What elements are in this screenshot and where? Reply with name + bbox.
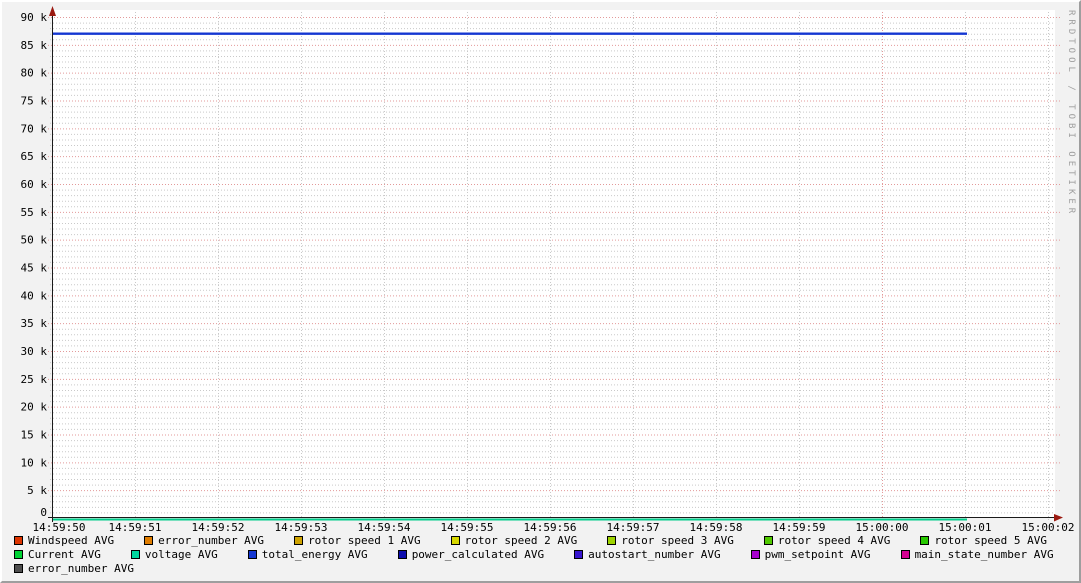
y-tick-label: 60 k xyxy=(21,178,48,191)
legend-swatch-icon xyxy=(920,536,929,545)
rrdtool-graph: 0 5 k 10 k 15 k 20 k 25 k 30 k 35 k 40 k 45 k 50 k… xyxy=(0,0,1081,583)
legend-swatch-icon xyxy=(901,550,910,559)
y-tick-label: 85 k xyxy=(21,39,48,52)
legend-swatch-icon xyxy=(574,550,583,559)
legend-label: rotor speed 5 AVG xyxy=(934,534,1047,547)
legend-item: error_number AVG xyxy=(144,534,264,547)
legend-label: Windspeed AVG xyxy=(28,534,114,547)
legend-swatch-icon xyxy=(144,536,153,545)
legend-swatch-icon xyxy=(294,536,303,545)
y-tick-label: 30 k xyxy=(21,345,48,358)
legend-label: rotor speed 3 AVG xyxy=(621,534,734,547)
chart-legend: Windspeed AVG error_number AVG rotor speed… xyxy=(14,533,1054,575)
legend-swatch-icon xyxy=(14,536,23,545)
legend-swatch-icon xyxy=(14,550,23,559)
legend-swatch-icon xyxy=(398,550,407,559)
legend-item: rotor speed 1 AVG xyxy=(294,534,421,547)
legend-item: voltage AVG xyxy=(131,548,218,561)
y-tick-label: 25 k xyxy=(21,373,48,386)
legend-label: rotor speed 4 AVG xyxy=(778,534,891,547)
y-tick-label: 50 k xyxy=(21,234,48,247)
legend-item: power_calculated AVG xyxy=(398,548,544,561)
legend-item: pwm_setpoint AVG xyxy=(751,548,871,561)
rrdtool-watermark: RRDTOOL / TOBI OETIKER xyxy=(1066,10,1076,217)
legend-label: main_state_number AVG xyxy=(915,548,1054,561)
legend-item: Windspeed AVG xyxy=(14,534,114,547)
y-tick-label: 15 k xyxy=(21,429,48,442)
y-tick-label: 20 k xyxy=(21,401,48,414)
y-tick-label: 0 xyxy=(40,506,47,519)
y-tick-label: 75 k xyxy=(21,95,48,108)
legend-item: main_state_number AVG xyxy=(901,548,1054,561)
legend-label: autostart_number AVG xyxy=(588,548,720,561)
legend-row: Windspeed AVG error_number AVG rotor speed… xyxy=(14,533,1054,547)
legend-item: total_energy AVG xyxy=(248,548,368,561)
legend-label: rotor speed 1 AVG xyxy=(308,534,421,547)
y-tick-label: 35 k xyxy=(21,317,48,330)
legend-item: Current AVG xyxy=(14,548,101,561)
legend-swatch-icon xyxy=(751,550,760,559)
legend-label: pwm_setpoint AVG xyxy=(765,548,871,561)
legend-item: rotor speed 4 AVG xyxy=(764,534,891,547)
y-tick-label: 80 k xyxy=(21,67,48,80)
legend-label: total_energy AVG xyxy=(262,548,368,561)
legend-label: error_number AVG xyxy=(158,534,264,547)
legend-swatch-icon xyxy=(14,564,23,573)
legend-row: Current AVG voltage AVG total_energy AVG po… xyxy=(14,547,1054,561)
y-tick-label: 90 k xyxy=(21,11,48,24)
plot-canvas xyxy=(52,10,1055,518)
legend-label: error_number AVG xyxy=(28,562,134,575)
legend-swatch-icon xyxy=(248,550,257,559)
legend-item: autostart_number AVG xyxy=(574,548,720,561)
legend-row: error_number AVG xyxy=(14,561,1054,575)
y-tick-label: 5 k xyxy=(27,484,47,497)
y-tick-label: 55 k xyxy=(21,206,48,219)
legend-item: rotor speed 2 AVG xyxy=(451,534,578,547)
legend-swatch-icon xyxy=(131,550,140,559)
legend-label: power_calculated AVG xyxy=(412,548,544,561)
y-tick-label: 65 k xyxy=(21,150,48,163)
legend-swatch-icon xyxy=(607,536,616,545)
y-tick-label: 10 k xyxy=(21,456,48,469)
legend-label: Current AVG xyxy=(28,548,101,561)
y-tick-label: 70 k xyxy=(21,122,48,135)
legend-swatch-icon xyxy=(764,536,773,545)
legend-swatch-icon xyxy=(451,536,460,545)
chart-plot-area: 0 5 k 10 k 15 k 20 k 25 k 30 k 35 k 40 k 45 k 50 k… xyxy=(2,2,1081,583)
legend-label: voltage AVG xyxy=(145,548,218,561)
legend-item: error_number AVG xyxy=(14,562,134,575)
legend-item: rotor speed 3 AVG xyxy=(607,534,734,547)
y-tick-label: 45 k xyxy=(21,262,48,275)
legend-item: rotor speed 5 AVG xyxy=(920,534,1047,547)
y-tick-label: 40 k xyxy=(21,289,48,302)
legend-label: rotor speed 2 AVG xyxy=(465,534,578,547)
